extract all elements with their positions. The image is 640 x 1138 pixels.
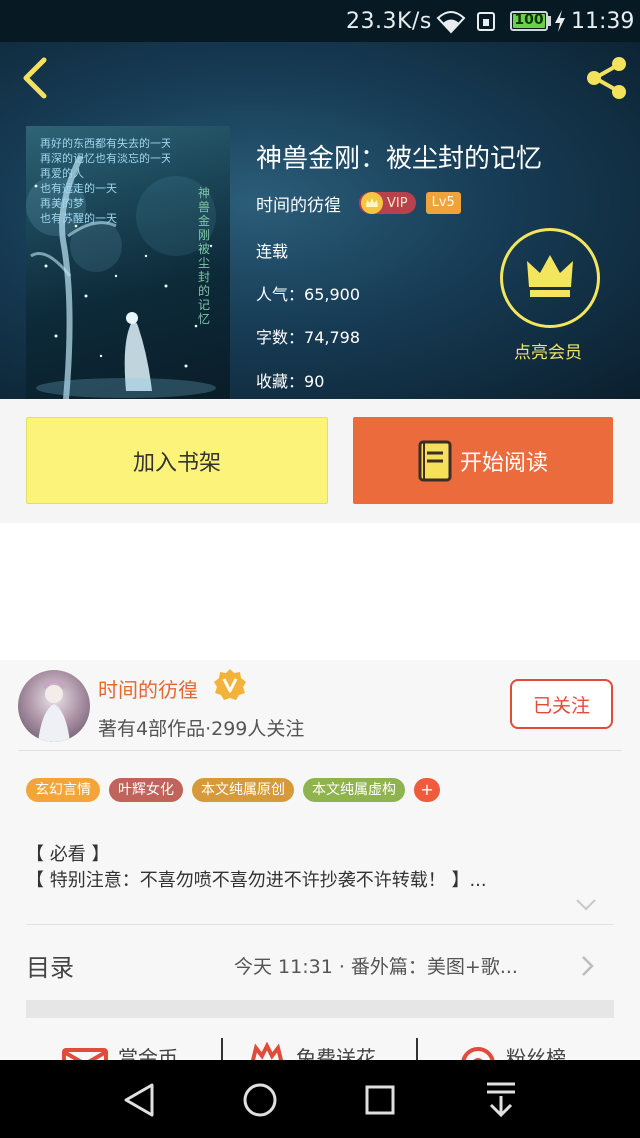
add-to-shelf-button[interactable]: 加入书架 xyxy=(26,417,328,504)
crown-icon xyxy=(527,255,573,297)
tag-item[interactable]: 玄幻言情 xyxy=(26,778,100,802)
author-profile-name[interactable]: 时间的彷徨 xyxy=(98,674,198,703)
nav-home-icon[interactable] xyxy=(242,1082,278,1118)
author-line: 时间的彷徨 VIP Lv5 xyxy=(256,190,461,216)
cover-poem: 再好的东西都有失去的一天 再深的记忆也有淡忘的一天 再爱的人 也有远走的一天 再… xyxy=(40,137,170,225)
book-header: 再好的东西都有失去的一天 再深的记忆也有淡忘的一天 再爱的人 也有远走的一天 再… xyxy=(0,42,640,399)
flower-icon xyxy=(250,1042,284,1060)
fans-ranking-button[interactable]: 粉丝榜 xyxy=(460,1042,566,1060)
divider xyxy=(221,1038,223,1060)
chevron-right-icon[interactable] xyxy=(580,954,596,978)
author-name[interactable]: 时间的彷徨 xyxy=(256,191,341,216)
cover-vertical-title: 神兽金刚被尘封的记忆 xyxy=(198,186,211,326)
nav-notification-pull-icon[interactable] xyxy=(484,1080,518,1118)
book-icon xyxy=(418,440,452,481)
toc-label[interactable]: 目录 xyxy=(26,948,74,983)
network-speed: 23.3K/s xyxy=(346,9,432,34)
nav-recents-icon[interactable] xyxy=(364,1084,396,1116)
clock: 11:39 xyxy=(571,9,635,34)
avatar[interactable] xyxy=(18,670,90,742)
status-bar: 23.3K/s 100 11:39 xyxy=(0,0,640,42)
section-separator xyxy=(26,1000,614,1018)
start-reading-button[interactable]: 开始阅读 xyxy=(353,417,613,504)
send-flowers-button[interactable]: 免费送花 xyxy=(248,1042,376,1060)
crown-icon xyxy=(361,192,383,214)
tag-item[interactable]: 叶辉女化 xyxy=(109,778,183,802)
battery-icon: 100 xyxy=(510,11,548,31)
battery-level: 100 xyxy=(514,12,544,28)
system-nav-bar xyxy=(0,1060,640,1138)
author-section: 时间的彷徨 著有4部作品·299人关注 已关注 玄幻言情 叶辉女化 本文纯属原创… xyxy=(0,660,640,1060)
follow-button[interactable]: 已关注 xyxy=(510,679,613,729)
nav-back-icon[interactable] xyxy=(122,1082,156,1118)
target-icon xyxy=(461,1047,495,1060)
charging-icon xyxy=(555,10,565,32)
action-bar: 加入书架 开始阅读 xyxy=(0,399,640,523)
divider xyxy=(18,750,622,751)
author-works-count: 著有4部作品·299人关注 xyxy=(98,718,305,740)
tag-list: 玄幻言情 叶辉女化 本文纯属原创 本文纯属虚构 + xyxy=(26,778,440,802)
book-cover[interactable]: 再好的东西都有失去的一天 再深的记忆也有淡忘的一天 再爱的人 也有远走的一天 再… xyxy=(26,126,230,399)
more-tags-button[interactable]: + xyxy=(414,778,440,802)
back-icon[interactable] xyxy=(18,56,52,100)
toc-latest-chapter[interactable]: 今天 11:31 · 番外篇：美图+歌... xyxy=(234,952,518,979)
member-button[interactable] xyxy=(500,228,600,328)
member-label[interactable]: 点亮会员 xyxy=(514,338,582,363)
divider xyxy=(26,924,614,925)
share-icon[interactable] xyxy=(582,54,630,102)
chevron-down-icon[interactable] xyxy=(575,898,597,912)
reward-coins-button[interactable]: 赏金币 xyxy=(62,1042,178,1060)
blank-area xyxy=(0,523,640,660)
book-intro[interactable]: 【 必看 】 【 特别注意：不喜勿喷不喜勿进不许抄袭不许转载！ 】... xyxy=(26,842,616,894)
envelope-icon xyxy=(62,1048,108,1060)
bottom-action-row: 赏金币 免费送花 粉丝榜 xyxy=(0,1038,640,1060)
tag-item[interactable]: 本文纯属虚构 xyxy=(303,778,405,802)
wifi-icon xyxy=(436,11,466,34)
level-badge: Lv5 xyxy=(425,192,461,214)
avatar-image xyxy=(38,679,70,742)
book-title: 神兽金刚：被尘封的记忆 xyxy=(256,144,543,174)
sim-icon xyxy=(477,12,495,31)
divider xyxy=(416,1038,418,1060)
vip-badge: VIP xyxy=(359,192,416,214)
stat-word-count: 字数：74,798 xyxy=(256,328,360,347)
serial-status: 连载 xyxy=(256,242,289,261)
tag-item[interactable]: 本文纯属原创 xyxy=(192,778,294,802)
verified-icon xyxy=(214,669,246,700)
stat-popularity: 人气：65,900 xyxy=(256,285,360,304)
stat-favorites: 收藏：90 xyxy=(256,372,325,391)
